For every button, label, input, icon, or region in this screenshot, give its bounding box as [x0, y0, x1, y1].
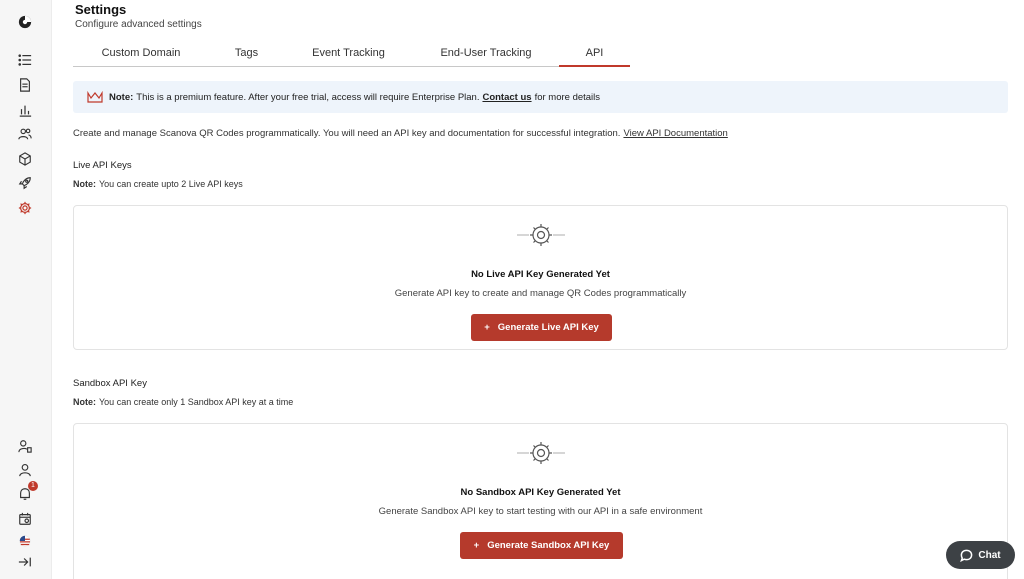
- banner-suffix: for more details: [534, 91, 601, 103]
- tab-event-tracking[interactable]: Event Tracking: [284, 40, 413, 67]
- sidebar: 1: [0, 0, 52, 579]
- rocket-icon[interactable]: [16, 174, 34, 192]
- chat-bubble-icon: [960, 549, 973, 562]
- calendar-icon[interactable]: [16, 510, 34, 528]
- chat-label: Chat: [978, 549, 1001, 561]
- sandbox-empty-description: Generate Sandbox API key to start testin…: [378, 506, 703, 517]
- api-gear-icon: [517, 442, 565, 464]
- tab-custom-domain[interactable]: Custom Domain: [73, 40, 209, 67]
- generate-sandbox-api-key-button[interactable]: + Generate Sandbox API Key: [460, 532, 623, 559]
- generate-sandbox-label: Generate Sandbox API Key: [487, 540, 610, 551]
- sandbox-empty-title: No Sandbox API Key Generated Yet: [460, 487, 621, 498]
- contact-us-link[interactable]: Contact us: [482, 92, 531, 103]
- page-subtitle: Configure advanced settings: [75, 19, 202, 30]
- users-icon[interactable]: [16, 125, 34, 143]
- generate-live-label: Generate Live API Key: [497, 322, 599, 333]
- plus-icon: +: [473, 540, 480, 551]
- chat-button[interactable]: Chat: [946, 541, 1015, 569]
- generate-live-api-key-button[interactable]: + Generate Live API Key: [471, 314, 612, 341]
- cube-icon[interactable]: [16, 150, 34, 168]
- api-gear-icon: [517, 224, 565, 246]
- premium-note-banner: Note: This is a premium feature. After y…: [73, 81, 1008, 113]
- banner-text: This is a premium feature. After your fr…: [136, 91, 480, 103]
- settings-tabs: Custom Domain Tags Event Tracking End-Us…: [73, 40, 630, 67]
- collapse-sidebar-icon[interactable]: [16, 553, 34, 571]
- sandbox-note-prefix: Note:: [73, 397, 96, 407]
- tab-api[interactable]: API: [559, 40, 630, 67]
- live-keys-card: No Live API Key Generated Yet Generate A…: [73, 205, 1008, 350]
- api-intro: Create and manage Scanova QR Codes progr…: [73, 128, 728, 139]
- settings-icon[interactable]: [16, 199, 34, 217]
- tab-tags[interactable]: Tags: [209, 40, 284, 67]
- live-note-text: You can create upto 2 Live API keys: [99, 179, 243, 189]
- intro-text: Create and manage Scanova QR Codes progr…: [73, 128, 621, 139]
- live-empty-description: Generate API key to create and manage QR…: [394, 288, 687, 299]
- document-icon[interactable]: [16, 76, 34, 94]
- page-title: Settings: [75, 2, 127, 17]
- live-empty-title: No Live API Key Generated Yet: [471, 269, 610, 280]
- api-documentation-link[interactable]: View API Documentation: [623, 128, 727, 139]
- profile-icon[interactable]: [16, 461, 34, 479]
- main-content: Settings Configure advanced settings Cus…: [73, 0, 1008, 579]
- us-flag-icon[interactable]: [16, 532, 34, 550]
- analytics-icon[interactable]: [16, 101, 34, 119]
- sandbox-key-note: Note: You can create only 1 Sandbox API k…: [73, 397, 293, 407]
- sandbox-note-text: You can create only 1 Sandbox API key at…: [99, 397, 294, 407]
- tab-end-user-tracking[interactable]: End-User Tracking: [413, 40, 559, 67]
- plus-icon: +: [484, 322, 490, 333]
- logo-icon[interactable]: [16, 13, 34, 31]
- list-icon[interactable]: [16, 51, 34, 69]
- user-settings-icon[interactable]: [16, 437, 34, 455]
- notifications-icon[interactable]: 1: [16, 481, 38, 503]
- sandbox-key-card: No Sandbox API Key Generated Yet Generat…: [73, 423, 1008, 579]
- live-keys-note: Note: You can create upto 2 Live API keys: [73, 179, 243, 189]
- sandbox-key-title: Sandbox API Key: [73, 378, 147, 389]
- live-note-prefix: Note:: [73, 179, 96, 189]
- banner-prefix: Note:: [109, 91, 134, 103]
- notification-badge: 1: [28, 481, 38, 491]
- crown-icon: [87, 91, 103, 103]
- live-keys-title: Live API Keys: [73, 160, 132, 171]
